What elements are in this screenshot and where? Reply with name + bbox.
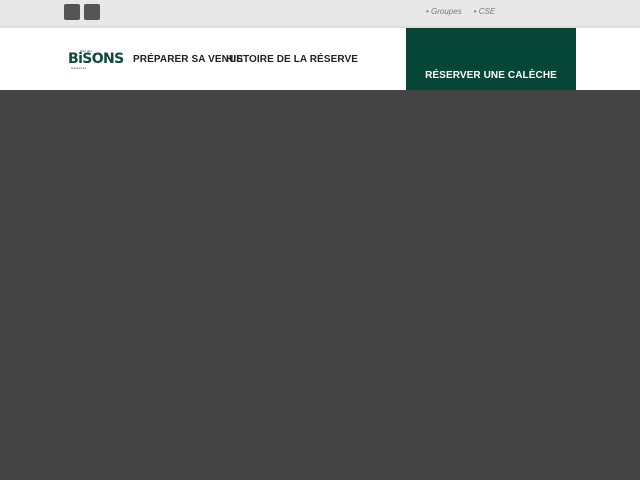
instagram-icon[interactable] (84, 4, 100, 20)
nav-item-histoire-de-la-reserve[interactable]: HISTOIRE DE LA RÉSERVE (226, 54, 358, 65)
logo-wordmark: BiSONS (68, 51, 124, 67)
reserver-caleche-button[interactable]: RÉSERVER UNE CALÈCHE (406, 28, 576, 90)
main-content-area (0, 90, 640, 480)
top-link-cse[interactable]: • CSE (474, 7, 495, 16)
top-link-groupes[interactable]: • Groupes (426, 7, 462, 16)
site-logo[interactable]: Parc des BiSONS Calèches (68, 49, 124, 72)
top-bar: • Groupes • CSE (0, 0, 640, 28)
facebook-icon[interactable] (64, 4, 80, 20)
logo-subtitle: Calèches (71, 66, 87, 70)
top-links: • Groupes • CSE (426, 7, 495, 16)
reserver-caleche-label: RÉSERVER UNE CALÈCHE (425, 70, 557, 81)
